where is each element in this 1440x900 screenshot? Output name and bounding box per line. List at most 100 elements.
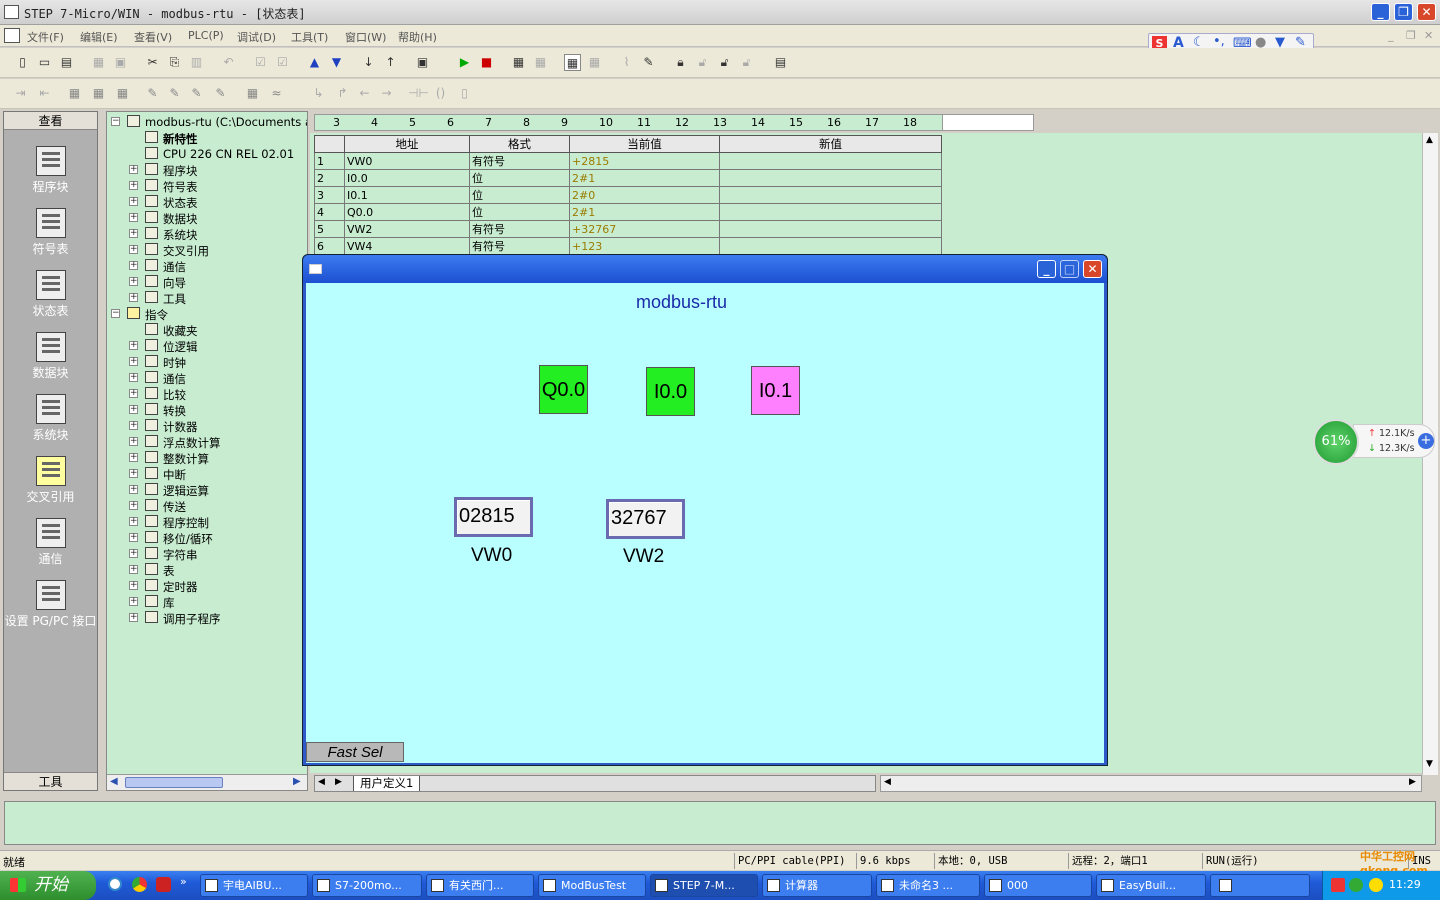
new-icon[interactable]: ▯ — [14, 54, 31, 71]
bookmark-icon[interactable]: ✎ — [144, 85, 161, 102]
nav-set-pgpc[interactable]: 设置 PG/PC 接口 — [4, 580, 97, 629]
nav-footer[interactable]: 工具 — [4, 772, 97, 790]
expand-icon[interactable]: + — [129, 549, 138, 558]
expand-icon[interactable]: + — [129, 293, 138, 302]
scroll-left-icon[interactable]: ◀ — [110, 776, 118, 787]
tray-update-icon[interactable] — [1369, 878, 1383, 892]
fast-sel-button[interactable]: Fast Sel — [306, 742, 404, 762]
address-cell[interactable]: VW0 — [344, 152, 470, 170]
unlock-icon[interactable]: 🔓︎ — [694, 54, 711, 71]
taskbar-minimized-window[interactable] — [1210, 874, 1310, 897]
open-icon[interactable]: ▭ — [36, 54, 53, 71]
collapse-icon[interactable]: − — [111, 309, 120, 318]
menu-file[interactable]: 文件(F) — [27, 29, 64, 45]
nav-header[interactable]: 查看 — [4, 112, 97, 130]
poU-icon[interactable]: ▦ — [66, 85, 83, 102]
close-button[interactable]: ✕ — [1417, 3, 1436, 21]
ie-icon[interactable] — [108, 877, 122, 891]
expand-icon[interactable]: + — [129, 389, 138, 398]
program-status-icon[interactable]: ▦ — [510, 54, 527, 71]
collapse-icon[interactable]: − — [111, 117, 120, 126]
new-value-cell[interactable] — [719, 203, 942, 221]
sym-icon[interactable]: ≈ — [268, 85, 285, 102]
contact-icon[interactable]: ⊣⊢ — [408, 85, 429, 102]
tab-next-icon[interactable]: ▶ — [335, 777, 342, 787]
format-cell[interactable]: 位 — [469, 169, 570, 187]
network-monitor[interactable]: ↑ 12.1K/s ↓ 12.3K/s + 61% — [1313, 419, 1435, 465]
expand-icon[interactable]: + — [129, 565, 138, 574]
lamp-q0-0[interactable]: Q0.0 — [539, 365, 588, 414]
pause-status-icon[interactable]: ▦ — [532, 54, 549, 71]
copy-icon[interactable]: ⎘ — [166, 54, 183, 71]
minimize-button[interactable]: _ — [1371, 3, 1390, 21]
expand-icon[interactable]: + — [129, 213, 138, 222]
menu-edit[interactable]: 编辑(E) — [80, 29, 118, 45]
expand-icon[interactable]: + — [129, 421, 138, 430]
expand-icon[interactable]: + — [129, 613, 138, 622]
taskbar-button[interactable]: ModBusTest — [538, 874, 646, 897]
scroll-right-icon[interactable]: ▶ — [293, 776, 301, 787]
cut-icon[interactable]: ✂ — [144, 54, 161, 71]
start-button[interactable]: 开始 — [0, 871, 96, 900]
nav-program-block[interactable]: 程序块 — [4, 146, 97, 195]
address-cell[interactable]: Q0.0 — [344, 203, 470, 221]
lock-icon[interactable]: 🔒︎ — [672, 54, 689, 71]
download-icon[interactable]: ▼ — [328, 54, 345, 71]
box-icon[interactable]: ▯ — [456, 85, 473, 102]
menu-help[interactable]: 帮助(H) — [398, 29, 437, 45]
expand-icon[interactable]: + — [129, 165, 138, 174]
nav-status-chart[interactable]: 状态表 — [4, 270, 97, 319]
apply-icon[interactable]: ▦ — [244, 85, 261, 102]
table-row[interactable]: 3 I0.1 位 2#0 — [314, 186, 942, 204]
lamp-i0-1[interactable]: I0.1 — [751, 366, 800, 415]
expand-icon[interactable]: + — [129, 405, 138, 414]
mdi-close-icon[interactable]: ✕ — [1424, 29, 1433, 42]
address-cell[interactable]: VW2 — [344, 220, 470, 238]
menu-debug[interactable]: 调试(D) — [237, 29, 276, 45]
next-bookmark-icon[interactable]: ✎ — [166, 85, 183, 102]
menu-plc[interactable]: PLC(P) — [188, 29, 224, 42]
taskbar-button[interactable]: EasyBuil... — [1096, 874, 1206, 897]
format-cell[interactable]: 有符号 — [469, 237, 570, 255]
expand-icon[interactable]: + — [129, 437, 138, 446]
table-row[interactable]: 2 I0.0 位 2#1 — [314, 169, 942, 187]
expand-icon[interactable]: + — [129, 261, 138, 270]
expand-icon[interactable]: + — [129, 357, 138, 366]
expand-icon[interactable]: + — [129, 533, 138, 542]
taskbar-button[interactable]: 000 — [984, 874, 1092, 897]
single-read-icon[interactable]: ▦ — [586, 54, 603, 71]
taskbar-button[interactable]: 宇电AIBU... — [200, 874, 308, 897]
delete-network-icon[interactable]: ⇤ — [36, 85, 53, 102]
numeric-display-vw0[interactable]: 02815 — [454, 497, 533, 537]
app-s-icon[interactable] — [156, 877, 171, 892]
undo-icon[interactable]: ↶ — [220, 54, 237, 71]
expand-icon[interactable]: + — [129, 597, 138, 606]
stop-icon[interactable]: ■ — [478, 54, 495, 71]
expand-icon[interactable]: + — [129, 469, 138, 478]
menu-tools[interactable]: 工具(T) — [291, 29, 328, 45]
hmi-close-button[interactable]: ✕ — [1083, 260, 1102, 278]
coil-icon[interactable]: () — [432, 85, 449, 102]
clear-bookmark-icon[interactable]: ✎ — [212, 85, 229, 102]
main-hscroll[interactable]: ◀ ▶ — [880, 775, 1422, 792]
line-up-icon[interactable]: ↱ — [334, 85, 351, 102]
nav-communication[interactable]: 通信 — [4, 518, 97, 567]
expand-icon[interactable]: + — [129, 277, 138, 286]
tray-sogou-icon[interactable] — [1331, 878, 1345, 892]
plus-icon[interactable]: + — [1418, 433, 1434, 449]
nav-data-block[interactable]: 数据块 — [4, 332, 97, 381]
address-cell[interactable]: VW4 — [344, 237, 470, 255]
new-value-cell[interactable] — [719, 237, 942, 255]
table-row[interactable]: 6 VW4 有符号 +123 — [314, 237, 942, 255]
line-down-icon[interactable]: ↳ — [310, 85, 327, 102]
taskbar-button[interactable]: 有关西门... — [426, 874, 534, 897]
line-left-icon[interactable]: ← — [356, 85, 373, 102]
taskbar-button[interactable]: STEP 7-M... — [650, 874, 758, 897]
table-row[interactable]: 5 VW2 有符号 +32767 — [314, 220, 942, 238]
unforce-icon[interactable]: 🔓︎ — [716, 54, 733, 71]
print-preview-icon[interactable]: ▣ — [112, 54, 129, 71]
format-cell[interactable]: 位 — [469, 186, 570, 204]
taskbar-button[interactable]: S7-200mo... — [312, 874, 422, 897]
new-value-cell[interactable] — [719, 220, 942, 238]
expand-icon[interactable]: + — [129, 245, 138, 254]
